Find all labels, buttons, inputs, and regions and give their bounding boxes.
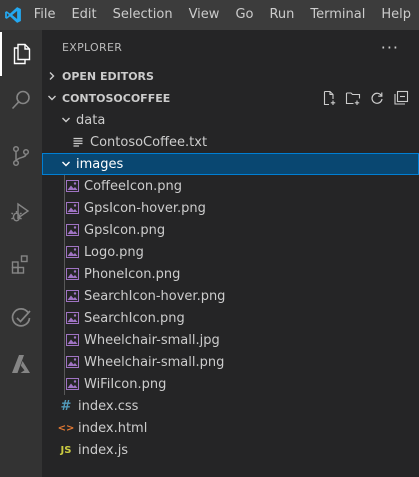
extensions-icon[interactable] (0, 242, 42, 286)
open-editors-section[interactable]: OPEN EDITORS (42, 65, 419, 87)
folder-images[interactable]: images (42, 153, 419, 175)
file-label: Wheelchair-small.png (84, 354, 225, 370)
explorer-sidebar: EXPLORER ··· OPEN EDITORS CONTOSOCOFFEE (42, 30, 419, 477)
indent-guide (64, 307, 65, 329)
indent-guide (64, 219, 65, 241)
file-label: index.js (78, 442, 129, 458)
file-image[interactable]: PhoneIcon.png (42, 263, 419, 285)
explorer-icon[interactable] (0, 32, 42, 76)
image-file-icon (64, 178, 80, 194)
image-file-icon (64, 222, 80, 238)
file-image[interactable]: GpsIcon.png (42, 219, 419, 241)
file-label: WiFiIcon.png (84, 376, 167, 392)
folder-data[interactable]: data (42, 109, 419, 131)
menu-terminal[interactable]: Terminal (302, 0, 373, 30)
menu-file[interactable]: File (26, 0, 64, 30)
folder-images-label: images (76, 156, 124, 172)
title-bar: File Edit Selection View Go Run Terminal… (0, 0, 419, 30)
file-image[interactable]: Logo.png (42, 241, 419, 263)
image-file-list: CoffeeIcon.png GpsIcon-hover.png GpsIcon.p… (42, 175, 419, 395)
activity-bar (0, 30, 42, 477)
menu-selection[interactable]: Selection (105, 0, 181, 30)
file-label: SearchIcon-hover.png (84, 288, 226, 304)
refresh-icon[interactable] (367, 88, 387, 108)
file-image[interactable]: Wheelchair-small.jpg (42, 329, 419, 351)
menu-go[interactable]: Go (227, 0, 261, 30)
file-label: GpsIcon.png (84, 222, 166, 238)
file-label: index.html (78, 420, 148, 436)
indent-guide (64, 175, 65, 197)
file-root[interactable]: # index.css (42, 395, 419, 417)
file-label: Wheelchair-small.jpg (84, 332, 220, 348)
explorer-header: EXPLORER ··· (42, 30, 419, 65)
text-file-icon (70, 134, 86, 150)
image-file-icon (64, 266, 80, 282)
file-contosocoffee-txt[interactable]: ContosoCoffee.txt (42, 131, 419, 153)
file-label: CoffeeIcon.png (84, 178, 183, 194)
indent-guide (64, 373, 65, 395)
indent-guide (64, 285, 65, 307)
menu-bar: File Edit Selection View Go Run Terminal… (26, 0, 419, 30)
testing-icon[interactable] (0, 296, 42, 340)
image-file-icon (64, 310, 80, 326)
menu-edit[interactable]: Edit (63, 0, 104, 30)
file-label: GpsIcon-hover.png (84, 200, 206, 216)
file-root[interactable]: <> index.html (42, 417, 419, 439)
file-image[interactable]: GpsIcon-hover.png (42, 197, 419, 219)
menu-help[interactable]: Help (373, 0, 419, 30)
workspace-actions (319, 87, 411, 109)
collapse-all-icon[interactable] (391, 88, 411, 108)
indent-guide (64, 329, 65, 351)
file-label: PhoneIcon.png (84, 266, 181, 282)
chevron-down-icon (58, 115, 74, 125)
image-file-icon (64, 354, 80, 370)
image-file-icon (64, 332, 80, 348)
menu-run[interactable]: Run (261, 0, 302, 30)
chevron-right-icon (42, 71, 62, 81)
run-debug-icon[interactable] (0, 190, 42, 234)
new-folder-icon[interactable] (343, 88, 363, 108)
image-file-icon (64, 288, 80, 304)
file-label: SearchIcon.png (84, 310, 185, 326)
search-icon[interactable] (0, 78, 42, 122)
file-image[interactable]: Wheelchair-small.png (42, 351, 419, 373)
image-file-icon (64, 376, 80, 392)
new-file-icon[interactable] (319, 88, 339, 108)
file-image[interactable]: SearchIcon-hover.png (42, 285, 419, 307)
folder-data-label: data (76, 112, 106, 128)
file-image[interactable]: WiFiIcon.png (42, 373, 419, 395)
azure-icon[interactable] (0, 342, 42, 386)
image-file-icon (64, 200, 80, 216)
indent-guide (64, 351, 65, 373)
js-file-icon: JS (60, 444, 72, 456)
open-editors-label: OPEN EDITORS (62, 69, 154, 83)
workspace-section[interactable]: CONTOSOCOFFEE (42, 87, 419, 109)
indent-guide (64, 241, 65, 263)
file-image[interactable]: CoffeeIcon.png (42, 175, 419, 197)
image-file-icon (64, 244, 80, 260)
menu-view[interactable]: View (181, 0, 228, 30)
more-actions-icon[interactable]: ··· (381, 38, 399, 57)
workspace-label: CONTOSOCOFFEE (62, 91, 171, 105)
indent-guide (64, 263, 65, 285)
css-file-icon: # (60, 398, 72, 414)
chevron-down-icon (42, 93, 62, 103)
root-file-list: # index.css <> index.html JS index.js (42, 395, 419, 461)
file-label: ContosoCoffee.txt (90, 134, 208, 150)
source-control-icon[interactable] (0, 134, 42, 178)
explorer-title: EXPLORER (62, 41, 123, 54)
file-image[interactable]: SearchIcon.png (42, 307, 419, 329)
vscode-logo-icon (0, 0, 26, 30)
file-root[interactable]: JS index.js (42, 439, 419, 461)
html-file-icon: <> (57, 422, 75, 434)
chevron-down-icon (58, 159, 74, 169)
file-label: Logo.png (84, 244, 144, 260)
file-label: index.css (78, 398, 139, 414)
indent-guide (64, 197, 65, 219)
